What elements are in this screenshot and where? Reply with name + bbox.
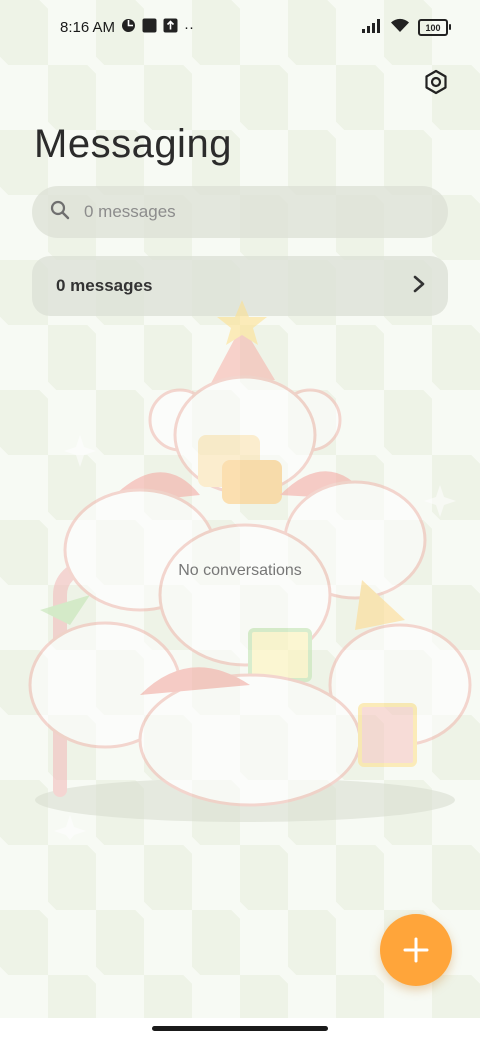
- page-title: Messaging: [34, 122, 232, 166]
- settings-button[interactable]: [420, 66, 452, 98]
- status-left: 8:16 AM ··: [60, 18, 194, 37]
- status-right: 100: [362, 18, 451, 37]
- battery-icon: 100: [418, 19, 451, 36]
- navigation-bar: [0, 1018, 480, 1040]
- plus-icon: [403, 937, 429, 963]
- empty-state-text: No conversations: [178, 562, 302, 579]
- clock: 8:16 AM: [60, 19, 116, 36]
- status-bar: 8:16 AM ·· 100: [0, 0, 480, 56]
- search-input[interactable]: [82, 201, 406, 223]
- settings-hexagon-icon: [425, 69, 447, 95]
- search-icon: [50, 200, 70, 225]
- search-bar[interactable]: [32, 186, 448, 238]
- signal-icon: [362, 18, 382, 37]
- home-indicator[interactable]: [152, 1026, 328, 1031]
- wifi-icon: [390, 18, 410, 37]
- vpn-icon: [121, 18, 136, 37]
- new-conversation-button[interactable]: [380, 914, 452, 986]
- upload-icon: [163, 18, 178, 37]
- notification-square-icon: [142, 18, 157, 37]
- messages-summary-label: 0 messages: [56, 276, 153, 295]
- more-dots: ··: [184, 19, 195, 36]
